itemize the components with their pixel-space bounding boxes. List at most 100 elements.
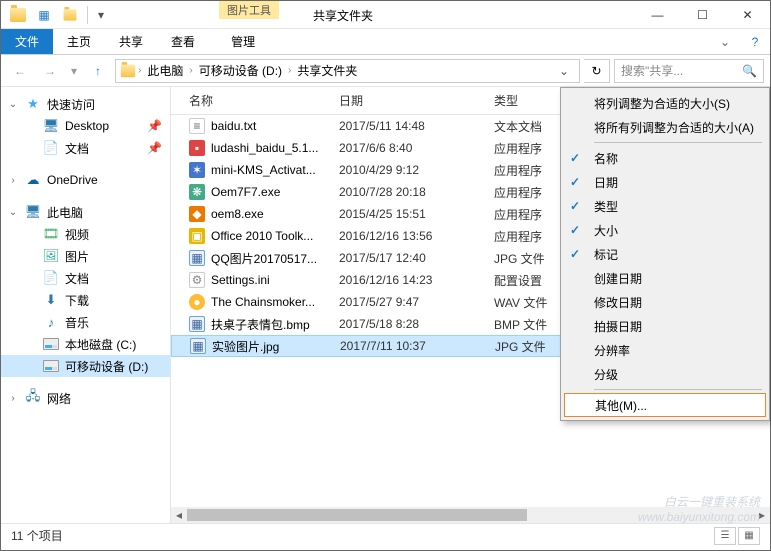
file-date-cell: 2015/4/25 15:51 [331, 207, 486, 221]
ctx-col-name[interactable]: ✓名称 [564, 146, 766, 170]
nav-videos[interactable]: 🎞视频 [1, 223, 170, 245]
search-icon: 🔍 [742, 64, 757, 78]
ctx-col-tags[interactable]: ✓标记 [564, 242, 766, 266]
tab-file[interactable]: 文件 [1, 29, 53, 54]
tab-manage[interactable]: 管理 [217, 29, 269, 54]
ctx-size-all-columns-to-fit[interactable]: 将所有列调整为合适的大小(A) [564, 115, 766, 139]
ribbon-expand-button[interactable]: ⌄ [710, 29, 740, 54]
address-bar: ← → ▾ ↑ › 此电脑 › 可移动设备 (D:) › 共享文件夹 ⌄ ↻ 搜… [1, 55, 770, 87]
ctx-col-rating[interactable]: 分级 [564, 362, 766, 386]
breadcrumb-thispc[interactable]: 此电脑 [143, 62, 187, 79]
window-icon[interactable] [7, 4, 29, 26]
status-item-count: 11 个项目 [11, 527, 63, 544]
nav-music[interactable]: ♪音乐 [1, 311, 170, 333]
file-icon: ▦ [189, 316, 205, 332]
search-input[interactable]: 搜索"共享... 🔍 [614, 59, 764, 83]
file-name-cell: ▦ 实验图片.jpg [182, 338, 332, 355]
tab-view[interactable]: 查看 [157, 29, 209, 54]
column-date[interactable]: 日期 [331, 92, 486, 109]
pc-icon: 🖥 [25, 204, 41, 220]
nav-documents-qa[interactable]: 📄文档📌 [1, 137, 170, 159]
qat-properties[interactable]: ▦ [33, 4, 55, 26]
forward-button[interactable]: → [37, 58, 63, 84]
onedrive-icon: ☁ [25, 172, 41, 188]
file-name: 实验图片.jpg [212, 338, 279, 355]
ctx-col-size[interactable]: ✓大小 [564, 218, 766, 242]
chevron-right-icon[interactable]: › [138, 65, 141, 76]
file-name: QQ图片20170517... [211, 250, 317, 267]
breadcrumb-drive[interactable]: 可移动设备 (D:) [195, 62, 286, 79]
file-name: 扶桌子表情包.bmp [211, 316, 310, 333]
navigation-pane: ⌄★快速访问 🖥Desktop📌 📄文档📌 ›☁OneDrive ⌄🖥此电脑 🎞… [1, 87, 171, 523]
ctx-col-date-modified[interactable]: 修改日期 [564, 290, 766, 314]
breadcrumb-folder[interactable]: 共享文件夹 [293, 62, 361, 79]
file-date-cell: 2010/7/28 20:18 [331, 185, 486, 199]
scroll-left-button[interactable]: ◂ [171, 507, 187, 523]
file-icon: ◆ [189, 206, 205, 222]
maximize-button[interactable]: ☐ [680, 1, 725, 29]
close-button[interactable]: ✕ [725, 1, 770, 29]
view-details-button[interactable]: ☰ [714, 527, 736, 545]
scroll-track[interactable] [187, 507, 754, 523]
file-name-cell: ▣Office 2010 Toolk... [181, 228, 331, 244]
refresh-button[interactable]: ↻ [584, 59, 610, 83]
tab-home[interactable]: 主页 [53, 29, 105, 54]
file-name-cell: ◆oem8.exe [181, 206, 331, 222]
nav-downloads[interactable]: ⬇下载 [1, 289, 170, 311]
chevron-right-icon[interactable]: › [189, 65, 192, 76]
nav-network[interactable]: ›🖧网络 [1, 387, 170, 409]
check-icon: ✓ [570, 175, 580, 189]
ctx-col-type[interactable]: ✓类型 [564, 194, 766, 218]
star-icon: ★ [25, 96, 41, 112]
ctx-other[interactable]: 其他(M)... [564, 393, 766, 417]
ctx-size-column-to-fit[interactable]: 将列调整为合适的大小(S) [564, 91, 766, 115]
window-title: 共享文件夹 [313, 7, 373, 24]
file-name: Settings.ini [211, 273, 270, 287]
nav-thispc[interactable]: ⌄🖥此电脑 [1, 201, 170, 223]
nav-quick-access[interactable]: ⌄★快速访问 [1, 93, 170, 115]
file-name: Office 2010 Toolk... [211, 229, 313, 243]
nav-local-c[interactable]: 本地磁盘 (C:) [1, 333, 170, 355]
breadcrumb[interactable]: › 此电脑 › 可移动设备 (D:) › 共享文件夹 ⌄ [115, 59, 580, 83]
file-name-cell: ⚙Settings.ini [181, 272, 331, 288]
file-name-cell: ▦ 扶桌子表情包.bmp [181, 316, 331, 333]
tab-share[interactable]: 共享 [105, 29, 157, 54]
ctx-col-resolution[interactable]: 分辨率 [564, 338, 766, 362]
help-button[interactable]: ? [740, 29, 770, 54]
file-date-cell: 2010/4/29 9:12 [331, 163, 486, 177]
ctx-col-date[interactable]: ✓日期 [564, 170, 766, 194]
breadcrumb-dropdown[interactable]: ⌄ [553, 64, 575, 78]
file-date-cell: 2017/5/27 9:47 [331, 295, 486, 309]
drive-icon [43, 360, 59, 372]
recent-dropdown[interactable]: ▾ [67, 58, 81, 84]
horizontal-scrollbar[interactable]: ◂ ▸ [171, 507, 770, 523]
ctx-col-date-created[interactable]: 创建日期 [564, 266, 766, 290]
minimize-button[interactable]: — [635, 1, 680, 29]
nav-pictures[interactable]: 🖼图片 [1, 245, 170, 267]
file-icon: ▦ [189, 250, 205, 266]
nav-onedrive[interactable]: ›☁OneDrive [1, 169, 170, 191]
file-name: The Chainsmoker... [211, 295, 315, 309]
qat-newfolder[interactable] [59, 4, 81, 26]
scroll-right-button[interactable]: ▸ [754, 507, 770, 523]
ctx-separator [594, 389, 762, 390]
nav-desktop[interactable]: 🖥Desktop📌 [1, 115, 170, 137]
back-button[interactable]: ← [7, 58, 33, 84]
file-name: baidu.txt [211, 119, 256, 133]
pictures-icon: 🖼 [43, 248, 59, 264]
chevron-right-icon[interactable]: › [288, 65, 291, 76]
nav-documents[interactable]: 📄文档 [1, 267, 170, 289]
ctx-col-date-taken[interactable]: 拍摄日期 [564, 314, 766, 338]
file-icon: ▦ [190, 338, 206, 354]
downloads-icon: ⬇ [43, 292, 59, 308]
column-name[interactable]: 名称 [181, 92, 331, 109]
qat-separator [87, 6, 88, 24]
view-icons-button[interactable]: ▦ [738, 527, 760, 545]
qat-customize[interactable]: ▾ [94, 8, 108, 22]
scroll-thumb[interactable] [187, 509, 527, 521]
up-button[interactable]: ↑ [85, 58, 111, 84]
file-icon: ❋ [189, 184, 205, 200]
file-name-cell: ≡baidu.txt [181, 118, 331, 134]
nav-removable-d[interactable]: 可移动设备 (D:) [1, 355, 170, 377]
file-date-cell: 2016/12/16 13:56 [331, 229, 486, 243]
